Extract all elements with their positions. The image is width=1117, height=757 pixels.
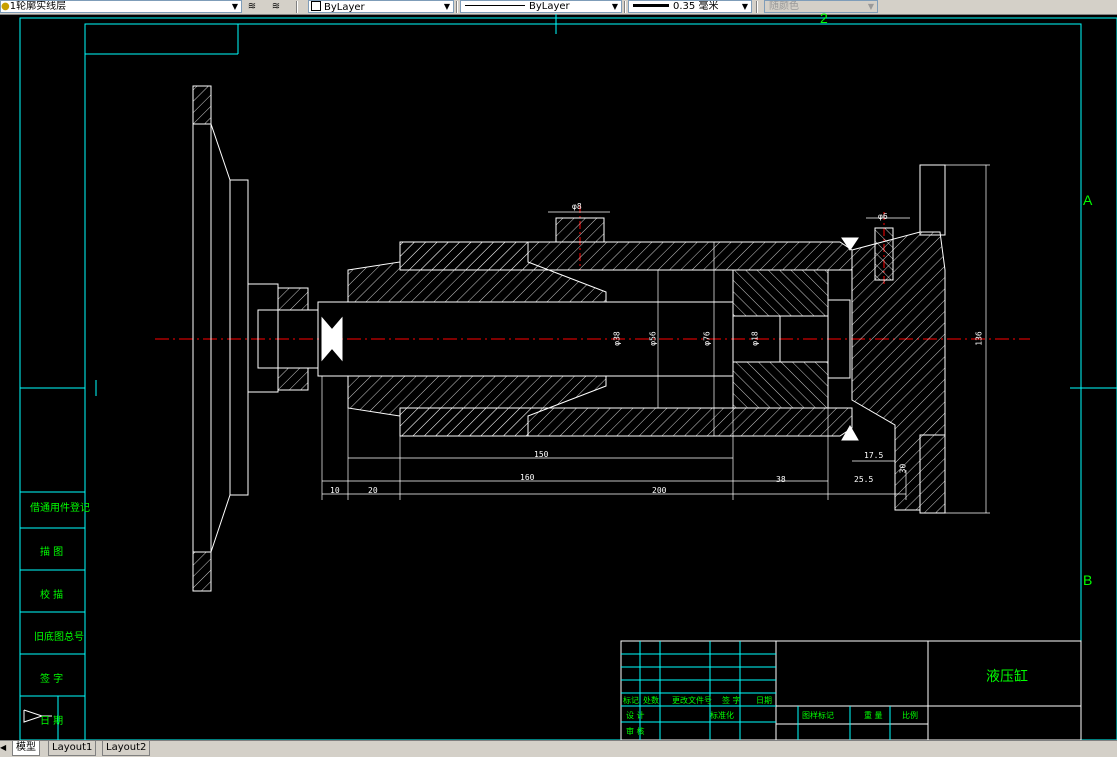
zone-mark-top: 2 <box>820 10 828 26</box>
dim-136: 136 <box>974 331 984 346</box>
stamp-label-old-no: 旧底图总号 <box>34 632 84 643</box>
color-value: ByLayer <box>324 2 365 13</box>
left-stamp-column <box>19 491 86 740</box>
zone-mark-a: A <box>1083 192 1093 208</box>
tb-label-count: 处数 <box>643 696 659 705</box>
dim-200: 200 <box>652 486 667 495</box>
color-dropdown[interactable]: ByLayer ▼ <box>308 0 454 13</box>
stamp-label-trace: 描 图 <box>40 547 64 558</box>
plotstyle-value: 随颜色 <box>769 1 799 12</box>
dim-25-5: 25.5 <box>854 475 874 484</box>
dim-150: 150 <box>534 450 549 459</box>
zone-mark-b: B <box>1083 572 1093 588</box>
layer-name: 1轮廓实线层 <box>9 1 67 12</box>
tab-layout1[interactable]: Layout1 <box>48 741 97 756</box>
tb-label-stage: 图样标记 <box>802 711 834 720</box>
tab-model[interactable]: 模型 <box>12 741 40 756</box>
chevron-down-icon: ▼ <box>741 2 749 11</box>
tb-label-standard: 标准化 <box>710 711 734 720</box>
chevron-down-icon: ▼ <box>443 2 451 11</box>
chevron-down-icon: ▼ <box>611 2 619 11</box>
layout-tab-bar: ◀ 模型 Layout1 Layout2 <box>0 740 1117 757</box>
dim-30: 30 <box>898 463 908 474</box>
layer-previous-button[interactable]: ≋ <box>268 0 284 13</box>
dim-17-5: 17.5 <box>864 451 884 460</box>
dim-phi76: φ76 <box>702 331 712 346</box>
part-name: 液压缸 <box>986 669 1028 685</box>
dim-10: 10 <box>330 486 340 495</box>
toolbar-separator <box>296 1 298 13</box>
toolbar-separator <box>456 1 458 13</box>
linetype-value: ByLayer <box>529 1 570 12</box>
drawing-canvas[interactable]: 2 A B 借通用件登记 描 图 校 描 旧底图总号 签 字 日 期 φ8 φ6… <box>0 10 1117 740</box>
title-block-grid <box>621 641 891 740</box>
stamp-label-check: 校 描 <box>40 590 64 601</box>
lightbulb-icon: ● <box>1 1 10 12</box>
lineweight-sample <box>633 4 669 7</box>
tb-label-mark: 标记 <box>623 696 639 705</box>
tb-label-weight: 重 量 <box>864 711 883 720</box>
toolbar-separator <box>624 1 626 13</box>
dim-phi6: φ6 <box>878 212 888 221</box>
linetype-dropdown[interactable]: ByLayer ▼ <box>460 0 622 13</box>
dim-20: 20 <box>368 486 378 495</box>
layer-dropdown[interactable]: ●1轮廓实线层 ▼ <box>0 0 242 13</box>
layers-icon: ≋ <box>247 1 257 12</box>
tb-label-date: 日期 <box>756 696 772 705</box>
tb-label-change-doc: 更改文件号 <box>672 696 712 705</box>
dim-160: 160 <box>520 473 535 482</box>
toolbar-separator <box>756 1 758 13</box>
properties-toolbar: ●1轮廓实线层 ▼ ≋ ≋ ByLayer ▼ ByLayer ▼ 0.35 毫… <box>0 0 1117 15</box>
linetype-sample <box>465 5 525 6</box>
stamp-label-sign: 签 字 <box>40 674 64 685</box>
layers-stack-icon: ≋ <box>271 1 281 12</box>
chevron-down-icon: ▼ <box>867 2 875 11</box>
lineweight-value: 0.35 毫米 <box>673 1 719 12</box>
dim-phi56: φ56 <box>648 331 658 346</box>
tab-nav-prev-icon[interactable]: ◀ <box>0 742 8 754</box>
dim-phi8: φ8 <box>572 202 582 211</box>
dim-phi38: φ38 <box>612 331 622 346</box>
tb-label-review: 审 核 <box>626 727 645 736</box>
tab-layout2[interactable]: Layout2 <box>102 741 151 756</box>
tb-label-scale: 比例 <box>902 711 918 720</box>
make-object-layer-current-button[interactable]: ≋ <box>244 0 260 13</box>
dim-38: 38 <box>776 475 786 484</box>
title-block <box>620 640 1082 740</box>
lineweight-dropdown[interactable]: 0.35 毫米 ▼ <box>628 0 752 13</box>
color-swatch <box>311 1 321 11</box>
tb-label-design: 设 计 <box>626 711 645 720</box>
drawing-svg <box>19 14 1117 740</box>
chevron-down-icon: ▼ <box>231 2 239 11</box>
stamp-label-reg: 借通用件登记 <box>30 503 90 514</box>
tb-label-sign: 签 字 <box>722 696 741 705</box>
dim-phi18: φ18 <box>750 331 760 346</box>
stamp-label-date: 日 期 <box>40 716 64 727</box>
